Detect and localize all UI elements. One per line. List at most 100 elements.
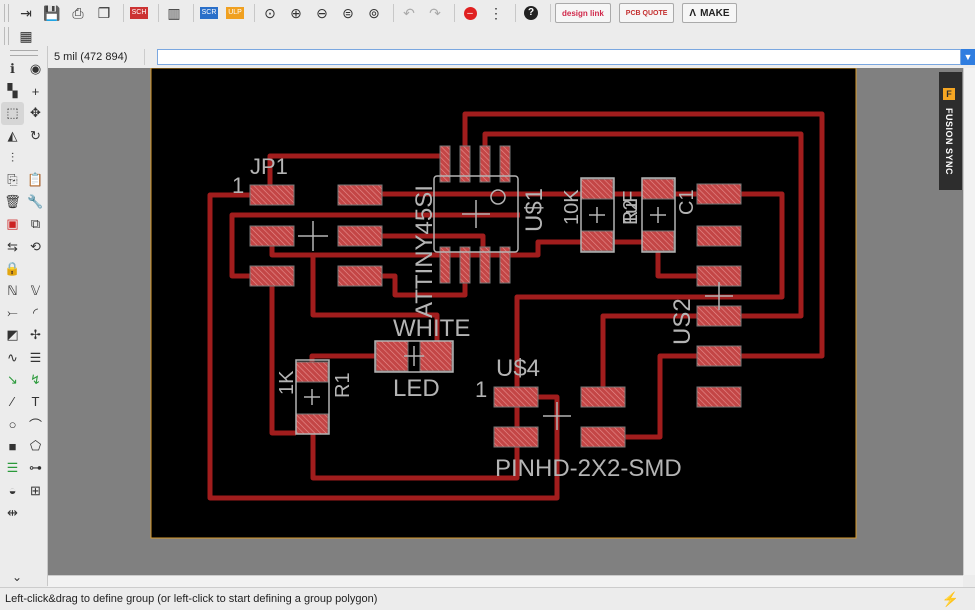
- horizontal-scrollbar[interactable]: [48, 575, 963, 587]
- rect-icon[interactable]: ■: [1, 435, 24, 457]
- command-history-dropdown[interactable]: ▼: [961, 49, 975, 65]
- us4-name-label: U$4: [496, 355, 540, 382]
- mark-icon[interactable]: +: [24, 80, 47, 102]
- replace-icon[interactable]: ⧉: [24, 213, 47, 235]
- autoroute-icon[interactable]: ↯: [24, 369, 47, 391]
- group-icon[interactable]: ⬚: [1, 102, 24, 125]
- r1-name-label: R1: [332, 372, 354, 398]
- meander-icon[interactable]: ∿: [1, 346, 24, 368]
- mirror-icon[interactable]: ◭: [1, 125, 24, 147]
- jp1-pad[interactable]: [337, 225, 383, 247]
- print-icon[interactable]: ⎙: [67, 2, 89, 24]
- us2-pad[interactable]: [696, 386, 742, 408]
- sch-brd-switch-icon[interactable]: SCH: [128, 2, 150, 24]
- board-canvas[interactable]: JP1 1 ATTINY45SI U$1 10K R2 1uF C1 US2 W…: [48, 67, 975, 575]
- zoom-in-icon[interactable]: ⊕: [285, 2, 307, 24]
- route-icon[interactable]: ↘: [1, 369, 24, 391]
- make-button[interactable]: Λ MAKE: [682, 3, 737, 23]
- grid-icon[interactable]: ▦: [15, 25, 37, 47]
- help-icon[interactable]: ?: [520, 2, 542, 24]
- stop-icon[interactable]: –: [459, 2, 481, 24]
- save-icon[interactable]: 💾: [41, 2, 63, 24]
- expand-chevron-icon[interactable]: ⌄: [12, 570, 22, 584]
- ulp-icon[interactable]: ULP: [224, 2, 246, 24]
- toolbar-grip[interactable]: [4, 4, 9, 22]
- show-icon[interactable]: ◉: [24, 58, 47, 80]
- value-icon[interactable]: 𝕍: [24, 280, 47, 302]
- arc-icon[interactable]: ⌒: [24, 413, 47, 435]
- us4-pin1-label: 1: [475, 377, 487, 402]
- layers-icon[interactable]: ▚: [1, 80, 24, 102]
- open-icon[interactable]: ⇥: [15, 2, 37, 24]
- swap-icon[interactable]: ⇆: [1, 236, 24, 258]
- us4-pad[interactable]: [493, 426, 539, 448]
- zoom-fit-icon[interactable]: ⊙: [259, 2, 281, 24]
- attribute-icon[interactable]: ⊞: [24, 480, 47, 502]
- cam-icon[interactable]: ❐: [93, 2, 115, 24]
- paste-icon[interactable]: 📋: [24, 169, 47, 191]
- library-icon[interactable]: ▥: [163, 2, 185, 24]
- jp1-pad[interactable]: [249, 265, 295, 287]
- name-icon[interactable]: ℕ: [1, 280, 24, 302]
- redo-icon[interactable]: ↷: [424, 2, 446, 24]
- command-input[interactable]: [156, 49, 962, 65]
- info-icon[interactable]: ℹ: [1, 58, 24, 80]
- toolbar-grip[interactable]: [4, 27, 9, 45]
- delete-icon[interactable]: 🗑: [1, 191, 24, 213]
- align-icon[interactable]: ⫶: [1, 147, 24, 169]
- fusion-sync-tab[interactable]: F FUSION SYNC: [939, 72, 962, 190]
- zoom-out-icon[interactable]: ⊖: [311, 2, 333, 24]
- ripup-icon[interactable]: ✢: [24, 324, 47, 346]
- lock-icon[interactable]: 🔒: [1, 258, 24, 280]
- zoom-redraw-icon[interactable]: ⊜: [337, 2, 359, 24]
- jp1-pin1-label: 1: [232, 173, 244, 198]
- jp1-pad[interactable]: [249, 225, 295, 247]
- circle-icon[interactable]: ○: [1, 413, 24, 435]
- r2-pad[interactable]: [580, 230, 614, 252]
- lock-rotate-icon[interactable]: ⟲: [24, 236, 47, 258]
- jp1-pad[interactable]: [249, 184, 295, 206]
- undo-icon[interactable]: ↶: [398, 2, 420, 24]
- us2-pad[interactable]: [696, 345, 742, 367]
- jp1-pad[interactable]: [337, 265, 383, 287]
- via-icon[interactable]: ☰: [1, 457, 24, 479]
- separator: [193, 4, 194, 22]
- us4-pad[interactable]: [580, 426, 626, 448]
- split-icon[interactable]: ⤚: [1, 302, 24, 324]
- c1-pad[interactable]: [641, 178, 675, 200]
- bus-icon[interactable]: ☰: [24, 346, 47, 368]
- vertical-scrollbar[interactable]: [963, 68, 975, 575]
- designlink-button[interactable]: design link: [555, 3, 611, 23]
- script-icon[interactable]: SCR: [198, 2, 220, 24]
- us2-pad[interactable]: [696, 183, 742, 205]
- zoom-select-icon[interactable]: ⊚: [363, 2, 385, 24]
- add-icon[interactable]: ▣: [1, 213, 24, 235]
- r1-pad[interactable]: [295, 413, 329, 435]
- text-icon[interactable]: T: [24, 391, 47, 413]
- r2-pad[interactable]: [580, 178, 614, 200]
- miter-icon[interactable]: ◜: [24, 302, 47, 324]
- jp1-pad[interactable]: [337, 184, 383, 206]
- optimize-icon[interactable]: ◩: [1, 324, 24, 346]
- wire-icon[interactable]: ⁄: [1, 391, 24, 413]
- us4-pad[interactable]: [580, 386, 626, 408]
- led-pad[interactable]: [419, 340, 453, 372]
- c1-pad[interactable]: [641, 230, 675, 252]
- dimension-icon[interactable]: ⇹: [1, 502, 24, 524]
- toolbar-grip[interactable]: [10, 50, 38, 56]
- copy-icon[interactable]: ⎘: [1, 169, 24, 191]
- go-icon[interactable]: ⋮: [485, 2, 507, 24]
- pcb-quote-button[interactable]: PCB QUOTE: [618, 3, 675, 23]
- us2-pad[interactable]: [696, 225, 742, 247]
- led-pad[interactable]: [375, 340, 409, 372]
- hole-icon[interactable]: ◒: [1, 480, 24, 502]
- polygon-icon[interactable]: ⬠: [24, 435, 47, 457]
- wrench-icon[interactable]: 🔧: [24, 191, 47, 213]
- blank2-icon: [24, 258, 47, 280]
- status-message: Left-click&drag to define group (or left…: [5, 593, 378, 605]
- rotate-icon[interactable]: ↻: [24, 125, 47, 147]
- move-icon[interactable]: ✥: [24, 102, 47, 124]
- r1-pad[interactable]: [295, 361, 329, 383]
- us4-pad[interactable]: [493, 386, 539, 408]
- signal-icon[interactable]: ⊶: [24, 457, 47, 479]
